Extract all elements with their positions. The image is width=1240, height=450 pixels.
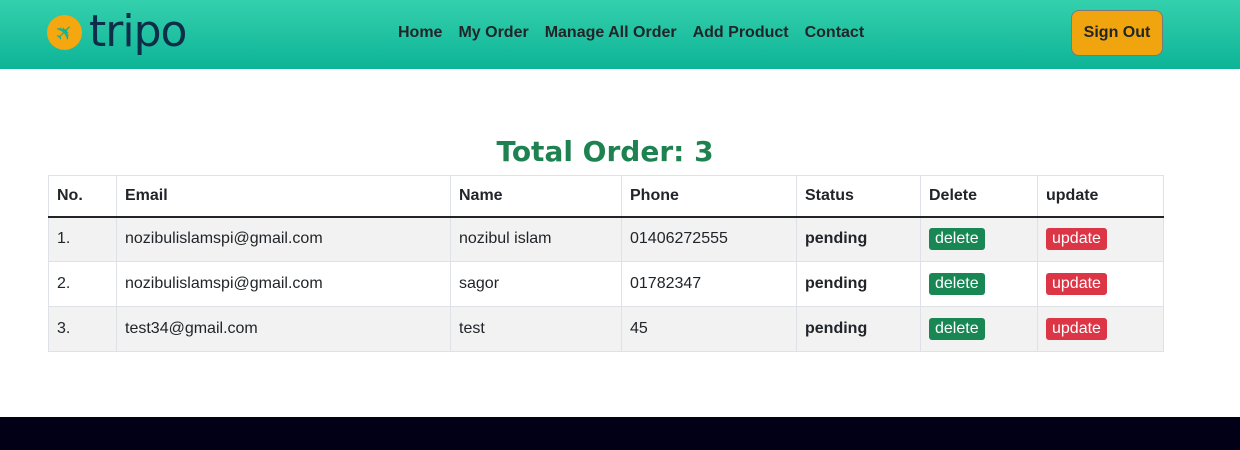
delete-button[interactable]: delete [929, 318, 985, 340]
cell-update: update [1037, 306, 1164, 352]
cell-name: test [450, 306, 622, 352]
cell-no: 3. [48, 306, 117, 352]
nav-home[interactable]: Home [398, 24, 442, 42]
nav-links: Home My Order Manage All Order Add Produ… [398, 24, 864, 42]
cell-delete: delete [920, 306, 1038, 352]
sign-out-button[interactable]: Sign Out [1071, 10, 1163, 56]
table-row: 3. test34@gmail.com test 45 pending dele… [48, 306, 1164, 352]
cell-name: nozibul islam [450, 216, 622, 262]
cell-email: test34@gmail.com [116, 306, 451, 352]
delete-button[interactable]: delete [929, 273, 985, 295]
footer [0, 417, 1240, 450]
nav-manage-all-order[interactable]: Manage All Order [545, 24, 677, 42]
table-row: 2. nozibulislamspi@gmail.com sagor 01782… [48, 261, 1164, 307]
cell-status: pending [796, 306, 921, 352]
col-delete: Delete [920, 175, 1038, 218]
col-name: Name [450, 175, 622, 218]
col-status: Status [796, 175, 921, 218]
cell-update: update [1037, 261, 1164, 307]
cell-status: pending [796, 261, 921, 307]
cell-phone: 01406272555 [621, 216, 797, 262]
cell-email: nozibulislamspi@gmail.com [116, 216, 451, 262]
orders-table: No. Email Name Phone Status Delete updat… [48, 175, 1164, 352]
cell-update: update [1037, 216, 1164, 262]
cell-name: sagor [450, 261, 622, 307]
col-phone: Phone [621, 175, 797, 218]
cell-no: 2. [48, 261, 117, 307]
cell-delete: delete [920, 216, 1038, 262]
col-update: update [1037, 175, 1164, 218]
page-title: Total Order: 3 [496, 135, 714, 168]
table-row: 1. nozibulislamspi@gmail.com nozibul isl… [48, 216, 1164, 262]
update-button[interactable]: update [1046, 273, 1107, 295]
update-button[interactable]: update [1046, 318, 1107, 340]
navbar: ✈ tripo Home My Order Manage All Order A… [0, 0, 1240, 69]
cell-status: pending [796, 216, 921, 262]
nav-add-product[interactable]: Add Product [693, 24, 789, 42]
col-no: No. [48, 175, 117, 218]
cell-phone: 01782347 [621, 261, 797, 307]
update-button[interactable]: update [1046, 228, 1107, 251]
nav-contact[interactable]: Contact [805, 24, 865, 42]
cell-no: 1. [48, 216, 117, 262]
cell-email: nozibulislamspi@gmail.com [116, 261, 451, 307]
table-header: No. Email Name Phone Status Delete updat… [48, 175, 1164, 218]
col-email: Email [116, 175, 451, 218]
delete-button[interactable]: delete [929, 228, 985, 251]
airplane-icon: ✈ [39, 7, 90, 57]
cell-delete: delete [920, 261, 1038, 307]
cell-phone: 45 [621, 306, 797, 352]
nav-my-order[interactable]: My Order [458, 24, 528, 42]
logo-text: tripo [89, 6, 187, 57]
logo[interactable]: ✈ tripo [39, 6, 187, 57]
